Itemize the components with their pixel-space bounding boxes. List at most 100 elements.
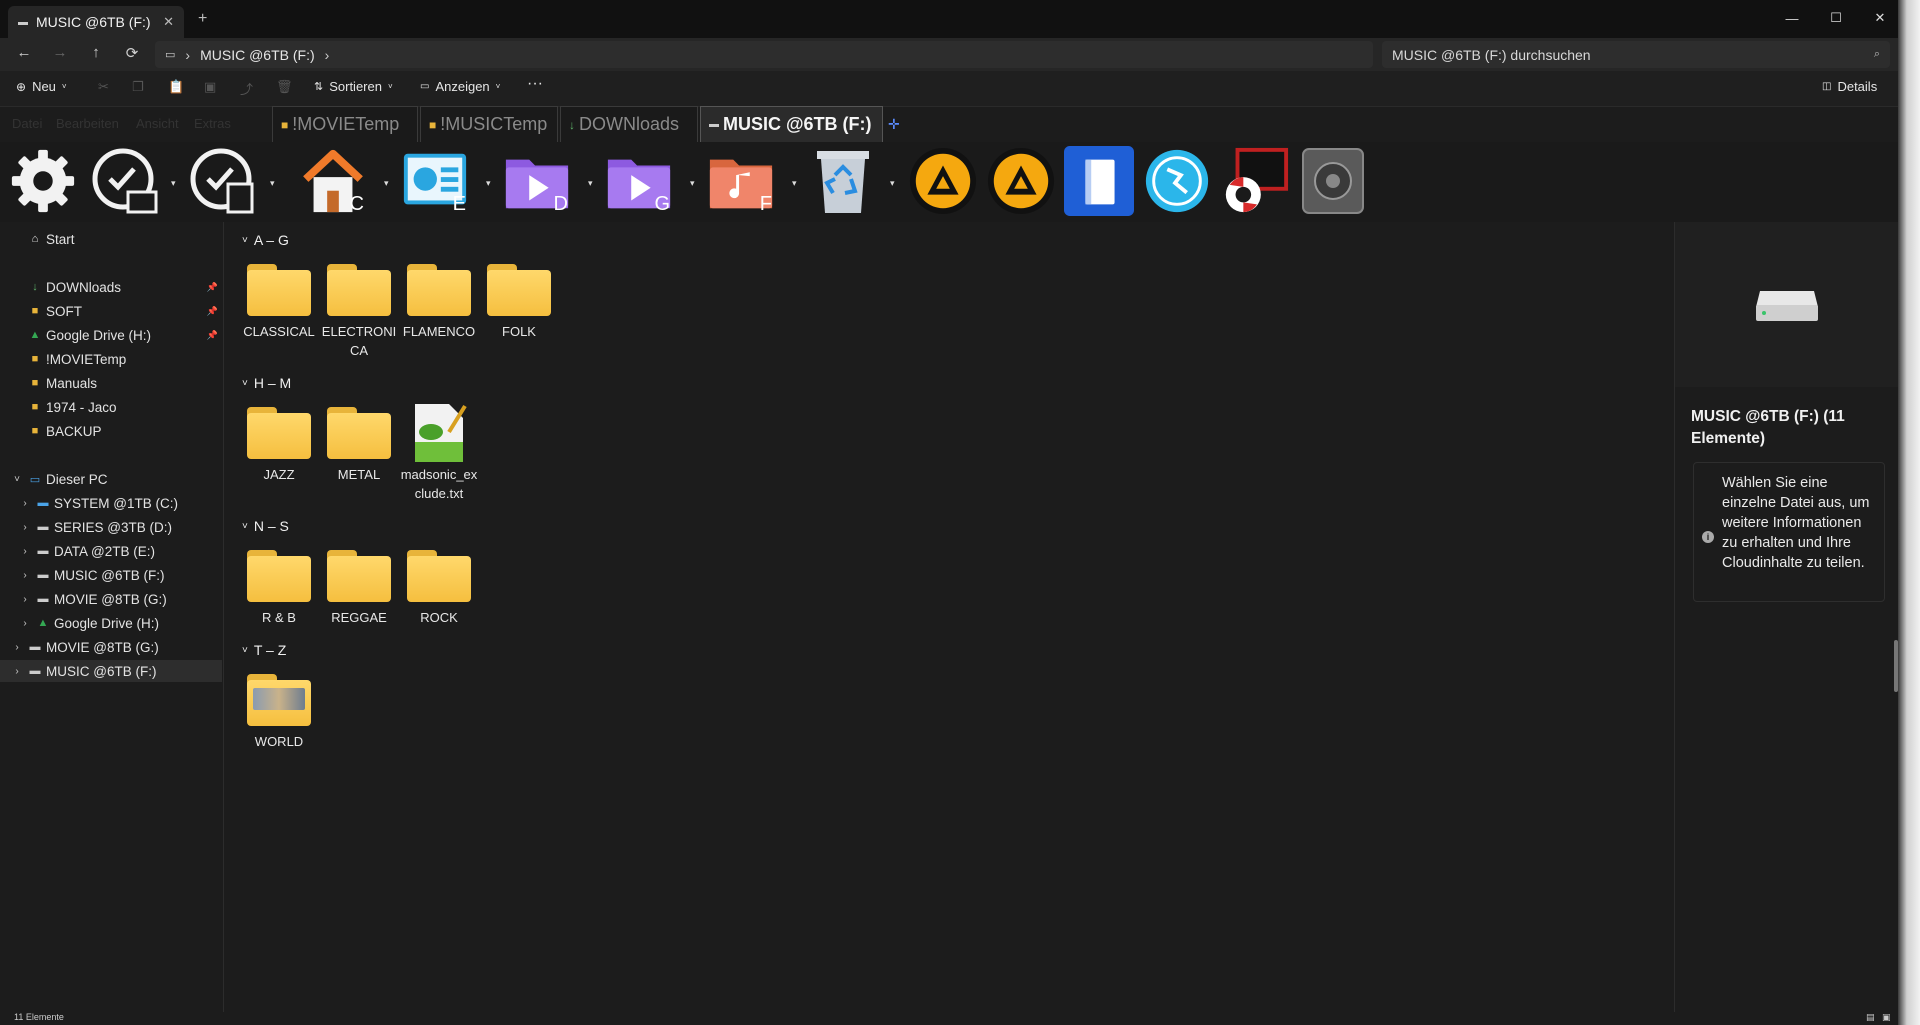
explorer-tab-movietemp[interactable]: ■ !MOVIETemp — [272, 106, 418, 142]
breadcrumb-chevron-icon[interactable]: › — [185, 47, 190, 63]
tiles-view-icon[interactable]: ▣ — [1882, 1012, 1891, 1023]
sidebar-item-drive-g[interactable]: › ▬ MOVIE @8TB (G:) — [0, 588, 222, 610]
book-reader-icon[interactable] — [1064, 146, 1134, 216]
chevron-right-icon[interactable]: › — [18, 618, 32, 629]
sync-app-icon[interactable] — [1142, 146, 1212, 216]
new-tab-button[interactable]: + — [198, 10, 207, 28]
video-folder-d-icon[interactable]: D — [502, 146, 572, 216]
folder-item[interactable]: ROCK — [400, 550, 478, 627]
sidebar-item-movietemp[interactable]: ■ !MOVIETemp — [0, 348, 222, 370]
dropdown-arrow-icon[interactable]: ▾ — [588, 178, 593, 189]
refresh-button[interactable]: ⟳ — [120, 44, 144, 66]
sidebar-item-soft[interactable]: ■ SOFT 📌 — [0, 300, 222, 322]
share-icon[interactable]: ⤴ — [240, 79, 253, 98]
sidebar-item-drive-f[interactable]: › ▬ MUSIC @6TB (F:) — [0, 564, 222, 586]
details-view-icon[interactable]: ▤ — [1866, 1012, 1875, 1023]
dropdown-arrow-icon[interactable]: ▾ — [384, 178, 389, 189]
address-bar[interactable]: ▭ › MUSIC @6TB (F:) › — [155, 41, 1373, 68]
chevron-right-icon[interactable]: › — [18, 522, 32, 533]
sidebar-item-1974-jaco[interactable]: ■ 1974 - Jaco — [0, 396, 222, 418]
folder-item[interactable]: METAL — [320, 407, 398, 484]
folder-item[interactable]: R & B — [240, 550, 318, 627]
dropdown-arrow-icon[interactable]: ▾ — [690, 178, 695, 189]
minimize-button[interactable]: — — [1770, 4, 1814, 32]
forward-button[interactable]: → — [48, 44, 72, 66]
folder-item[interactable]: JAZZ — [240, 407, 318, 484]
sidebar-item-music-drive[interactable]: › ▬ MUSIC @6TB (F:) — [0, 660, 222, 682]
menu-edit[interactable]: Bearbeiten — [56, 116, 119, 131]
video-folder-g-icon[interactable]: G — [604, 146, 674, 216]
breadcrumb-chevron-icon[interactable]: › — [325, 47, 330, 63]
menu-view[interactable]: Ansicht — [136, 116, 179, 131]
settings-gear-icon[interactable] — [8, 146, 78, 216]
close-tab-button[interactable]: ✕ — [163, 14, 174, 30]
home-drive-c-icon[interactable]: C — [298, 146, 368, 216]
chevron-right-icon[interactable]: › — [18, 498, 32, 509]
window-tab[interactable]: ▬ MUSIC @6TB (F:) ✕ — [8, 6, 184, 38]
breadcrumb-current[interactable]: MUSIC @6TB (F:) — [200, 47, 315, 63]
folder-item[interactable]: CLASSICAL — [240, 264, 318, 341]
copy-icon[interactable]: ❐ — [132, 79, 144, 95]
folder-item[interactable]: FOLK — [480, 264, 558, 341]
aimp-player-icon[interactable] — [908, 146, 978, 216]
sidebar-item-home[interactable]: ⌂ Start — [0, 228, 222, 250]
pin-icon[interactable]: 📌 — [207, 330, 218, 341]
group-header[interactable]: ˅ H – M — [242, 375, 291, 391]
cut-icon[interactable]: ✂ — [98, 79, 109, 95]
sort-button[interactable]: ⇅ Sortieren ˅ — [314, 79, 393, 94]
maximize-button[interactable]: ☐ — [1814, 4, 1858, 32]
close-window-button[interactable]: ✕ — [1858, 4, 1902, 32]
chevron-right-icon[interactable]: › — [18, 594, 32, 605]
chevron-down-icon[interactable]: ˅ — [10, 474, 24, 485]
search-input[interactable]: MUSIC @6TB (F:) durchsuchen ⌕ — [1382, 41, 1890, 68]
dropdown-arrow-icon[interactable]: ▾ — [171, 178, 176, 189]
dropdown-arrow-icon[interactable]: ▾ — [270, 178, 275, 189]
folder-item[interactable]: FLAMENCO — [400, 264, 478, 341]
back-button[interactable]: ← — [12, 44, 36, 66]
explorer-tab-music-drive[interactable]: ▬ MUSIC @6TB (F:) — [700, 106, 883, 142]
sidebar-item-downloads[interactable]: ↓ DOWNloads 📌 — [0, 276, 222, 298]
new-button[interactable]: ⊕ Neu ˅ — [16, 79, 67, 94]
sidebar-item-manuals[interactable]: ■ Manuals — [0, 372, 222, 394]
speaker-device-icon[interactable] — [1298, 146, 1368, 216]
delete-icon[interactable]: 🗑 — [276, 79, 293, 95]
menu-file[interactable]: Datei — [12, 116, 42, 131]
music-folder-f-icon[interactable]: F — [706, 146, 776, 216]
chevron-right-icon[interactable]: › — [18, 570, 32, 581]
folder-item[interactable]: REGGAE — [320, 550, 398, 627]
chevron-right-icon[interactable]: › — [10, 642, 24, 653]
dropdown-arrow-icon[interactable]: ▾ — [486, 178, 491, 189]
sidebar-item-drive-h[interactable]: › ▲ Google Drive (H:) — [0, 612, 222, 634]
folder-item[interactable]: ELECTRONICA — [320, 264, 398, 360]
explorer-tab-musictemp[interactable]: ■ !MUSICTemp — [420, 106, 558, 142]
sidebar-item-drive-e[interactable]: › ▬ DATA @2TB (E:) — [0, 540, 222, 562]
view-button[interactable]: ▭ Anzeigen ˅ — [420, 79, 500, 94]
chevron-right-icon[interactable]: › — [18, 546, 32, 557]
add-explorer-tab-button[interactable]: ✛ — [888, 116, 900, 133]
up-button[interactable]: ↑ — [84, 44, 108, 66]
sidebar-item-google-drive[interactable]: ▲ Google Drive (H:) 📌 — [0, 324, 222, 346]
clock-document-icon[interactable] — [188, 146, 258, 216]
sidebar-item-movie-drive[interactable]: › ▬ MOVIE @8TB (G:) — [0, 636, 222, 658]
folder-item[interactable]: WORLD — [240, 674, 318, 751]
sidebar-item-drive-d[interactable]: › ▬ SERIES @3TB (D:) — [0, 516, 222, 538]
dropdown-arrow-icon[interactable]: ▾ — [890, 178, 895, 189]
aimp-player-icon[interactable] — [986, 146, 1056, 216]
file-item[interactable]: madsonic_exclude.txt — [400, 402, 478, 503]
recycle-bin-icon[interactable] — [808, 146, 878, 216]
pin-icon[interactable]: 📌 — [207, 282, 218, 293]
pin-icon[interactable]: 📌 — [207, 306, 218, 317]
dashboard-drive-e-icon[interactable]: E — [400, 146, 470, 216]
rename-icon[interactable]: ▣ — [204, 79, 216, 95]
group-header[interactable]: ˅ T – Z — [242, 642, 286, 658]
sidebar-item-backup[interactable]: ■ BACKUP — [0, 420, 222, 442]
menu-extras[interactable]: Extras — [194, 116, 231, 131]
details-button[interactable]: ◫ Details — [1822, 79, 1877, 94]
explorer-tab-downloads[interactable]: ↓ DOWNloads — [560, 106, 698, 142]
dropdown-arrow-icon[interactable]: ▾ — [792, 178, 797, 189]
more-options-button[interactable]: ··· — [527, 75, 543, 93]
sidebar-item-this-pc[interactable]: ˅ ▭ Dieser PC — [0, 468, 222, 490]
paste-icon[interactable]: 📋 — [168, 79, 184, 95]
search-icon[interactable]: ⌕ — [1874, 48, 1880, 61]
chevron-right-icon[interactable]: › — [10, 666, 24, 677]
